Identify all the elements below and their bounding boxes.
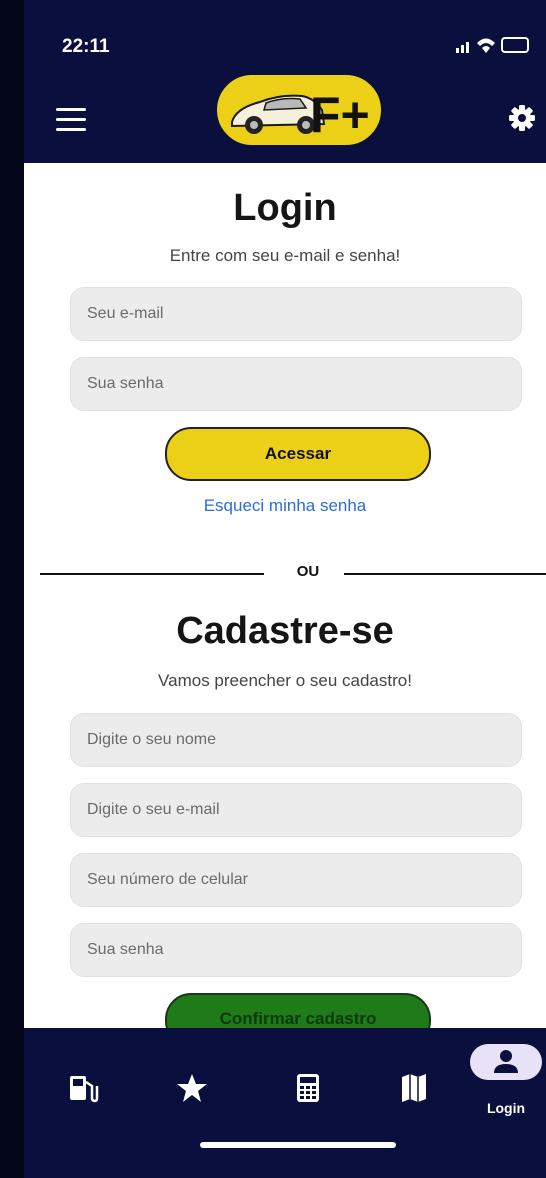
hamburger-menu-button[interactable] bbox=[56, 108, 86, 131]
divider-line-left bbox=[40, 573, 264, 575]
app-logo: F+ bbox=[215, 73, 383, 147]
map-icon[interactable] bbox=[384, 1058, 444, 1118]
logo-text: F+ bbox=[310, 87, 370, 143]
battery-icon bbox=[501, 37, 529, 53]
register-password-input[interactable] bbox=[70, 923, 522, 977]
login-password-input[interactable] bbox=[70, 357, 522, 411]
signal-icon bbox=[456, 42, 469, 53]
gas-pump-icon[interactable] bbox=[54, 1058, 114, 1118]
login-email-input[interactable] bbox=[70, 287, 522, 341]
login-title: Login bbox=[233, 187, 337, 229]
or-divider: OU bbox=[40, 563, 546, 580]
register-name-input[interactable] bbox=[70, 713, 522, 767]
calculator-icon[interactable] bbox=[278, 1058, 338, 1118]
top-header: 22:11 F+ bbox=[24, 0, 546, 163]
user-icon bbox=[494, 1050, 518, 1073]
status-icons bbox=[456, 37, 529, 53]
register-subtitle: Vamos preencher o seu cadastro! bbox=[158, 671, 412, 690]
forgot-password-link[interactable]: Esqueci minha senha bbox=[24, 496, 546, 516]
menu-line bbox=[56, 128, 86, 131]
tab-login-label: Login bbox=[486, 1100, 526, 1116]
bottom-tab-bar: Login bbox=[24, 1028, 546, 1178]
tab-login[interactable] bbox=[470, 1044, 542, 1080]
register-email-input[interactable] bbox=[70, 783, 522, 837]
menu-line bbox=[56, 118, 86, 121]
divider-line-right bbox=[344, 573, 546, 575]
gear-icon[interactable] bbox=[508, 104, 536, 132]
register-phone-input[interactable] bbox=[70, 853, 522, 907]
login-submit-button[interactable]: Acessar bbox=[165, 427, 431, 481]
home-indicator bbox=[200, 1142, 396, 1148]
register-title: Cadastre-se bbox=[176, 610, 394, 652]
login-subtitle: Entre com seu e-mail e senha! bbox=[169, 246, 401, 265]
wifi-icon bbox=[477, 38, 495, 53]
star-icon[interactable] bbox=[162, 1058, 222, 1118]
status-time: 22:11 bbox=[62, 36, 110, 57]
main-content: Login Entre com seu e-mail e senha! Aces… bbox=[24, 163, 546, 1047]
menu-line bbox=[56, 108, 86, 111]
divider-text: OU bbox=[296, 563, 320, 580]
app-screen: 22:11 F+ Login Entre com seu e-mail e se… bbox=[24, 0, 546, 1178]
